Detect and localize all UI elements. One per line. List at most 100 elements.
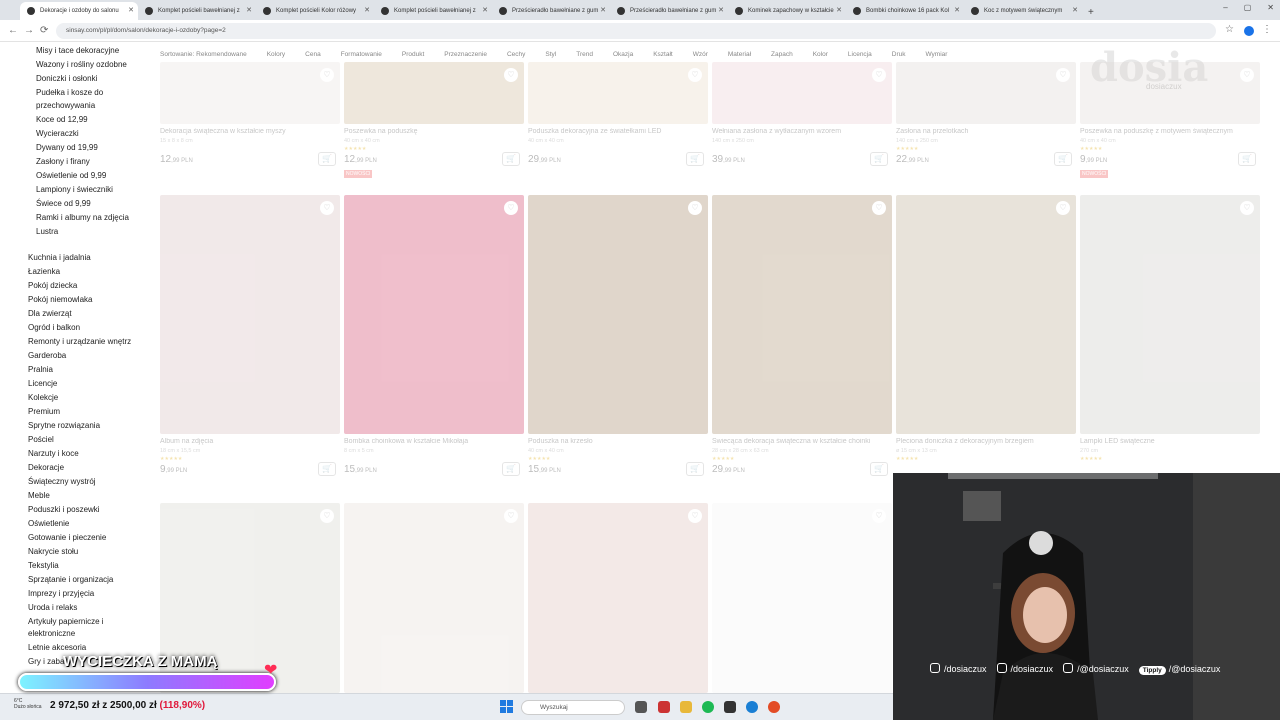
product-image[interactable]: ♡: [528, 195, 708, 434]
product-image[interactable]: ♡: [896, 195, 1076, 434]
spotify-icon[interactable]: [702, 701, 714, 713]
wishlist-heart-icon[interactable]: ♡: [1056, 201, 1070, 215]
sidebar-subitem[interactable]: Wazony i rośliny ozdobne: [36, 60, 127, 70]
add-to-cart-icon[interactable]: 🛒: [870, 152, 888, 166]
sidebar-category[interactable]: Gry i zaba: [28, 657, 64, 667]
wishlist-heart-icon[interactable]: ♡: [320, 509, 334, 523]
close-tab-icon[interactable]: ✕: [954, 6, 960, 14]
product-image[interactable]: ♡: [712, 195, 892, 434]
close-tab-icon[interactable]: ✕: [600, 6, 606, 14]
sidebar-category[interactable]: Sprytne rozwiązania: [28, 421, 100, 431]
wishlist-heart-icon[interactable]: ♡: [872, 201, 886, 215]
wishlist-heart-icon[interactable]: ♡: [320, 68, 334, 82]
browser-tab[interactable]: Prześcieradło bawełniane z gum ✕: [492, 2, 610, 20]
add-to-cart-icon[interactable]: 🛒: [870, 462, 888, 476]
reload-icon[interactable]: ⟳: [40, 25, 48, 36]
product-name[interactable]: Poduszka na krzesło: [528, 438, 698, 445]
add-to-cart-icon[interactable]: 🛒: [318, 152, 336, 166]
maximize-icon[interactable]: ▢: [1244, 3, 1252, 12]
url-input[interactable]: sinsay.com/pl/pl/dom/salon/dekoracje-i-o…: [56, 23, 1216, 39]
wishlist-heart-icon[interactable]: ♡: [504, 68, 518, 82]
add-to-cart-icon[interactable]: 🛒: [1054, 152, 1072, 166]
product-name[interactable]: Świecąca dekoracja świąteczna w kształci…: [712, 438, 882, 445]
product-name[interactable]: Poszewka na poduszkę: [344, 128, 514, 135]
filter-dropdown[interactable]: Przeznaczenie: [444, 51, 487, 58]
close-tab-icon[interactable]: ✕: [482, 6, 488, 14]
add-to-cart-icon[interactable]: 🛒: [502, 462, 520, 476]
close-tab-icon[interactable]: ✕: [1072, 6, 1078, 14]
minimize-icon[interactable]: –: [1223, 3, 1227, 12]
close-tab-icon[interactable]: ✕: [718, 6, 724, 14]
sidebar-category[interactable]: Imprezy i przyjęcia: [28, 589, 94, 599]
wishlist-heart-icon[interactable]: ♡: [504, 201, 518, 215]
sidebar-category[interactable]: Meble: [28, 491, 50, 501]
sidebar-subitem[interactable]: Oświetlenie od 9,99: [36, 171, 106, 181]
product-image[interactable]: ♡: [344, 62, 524, 124]
add-to-cart-icon[interactable]: 🛒: [1238, 152, 1256, 166]
add-to-cart-icon[interactable]: 🛒: [318, 462, 336, 476]
sidebar-subitem[interactable]: Świece od 9,99: [36, 199, 91, 209]
sidebar-category[interactable]: Premium: [28, 407, 60, 417]
sidebar-subitem[interactable]: Doniczki i osłonki: [36, 74, 97, 84]
browser-menu-icon[interactable]: ⋮: [1262, 24, 1272, 35]
filter-dropdown[interactable]: Licencja: [848, 51, 872, 58]
product-image[interactable]: ♡: [1080, 62, 1260, 124]
profile-avatar[interactable]: [1244, 26, 1254, 36]
wishlist-heart-icon[interactable]: ♡: [872, 68, 886, 82]
sidebar-category[interactable]: Dla zwierząt: [28, 309, 72, 319]
sidebar-category[interactable]: Sprzątanie i organizacja: [28, 575, 113, 585]
chrome-icon[interactable]: [768, 701, 780, 713]
sidebar-category[interactable]: Kolekcje: [28, 393, 58, 403]
product-name[interactable]: Wełniana zasłona z wytłaczanym wzorem: [712, 128, 882, 135]
browser-tab[interactable]: Komplet pościeli bawełnianej z ✕: [138, 2, 256, 20]
sidebar-category[interactable]: Oświetlenie: [28, 519, 69, 529]
product-name[interactable]: Album na zdjęcia: [160, 438, 330, 445]
wishlist-heart-icon[interactable]: ♡: [504, 509, 518, 523]
add-to-cart-icon[interactable]: 🛒: [686, 462, 704, 476]
browser-tab[interactable]: Komplet pościeli bawełnianej z ✕: [374, 2, 492, 20]
sidebar-category[interactable]: Nakrycie stołu: [28, 547, 78, 557]
product-name[interactable]: Zasłona na przelotkach: [896, 128, 1066, 135]
weather-widget[interactable]: 6°C Dużo słońca: [14, 698, 42, 710]
sidebar-subitem[interactable]: przechowywania: [36, 101, 95, 111]
close-tab-icon[interactable]: ✕: [364, 6, 370, 14]
filter-dropdown[interactable]: Kolory: [267, 51, 285, 58]
product-image[interactable]: ♡: [344, 503, 524, 693]
sidebar-category[interactable]: elektroniczne: [28, 629, 75, 639]
sidebar-category[interactable]: Kuchnia i jadalnia: [28, 253, 91, 263]
wishlist-heart-icon[interactable]: ♡: [688, 68, 702, 82]
browser-tab[interactable]: Kominek zapachowy w kształcie ✕: [728, 2, 846, 20]
product-name[interactable]: Bombka choinkowa w kształcie Mikołaja: [344, 438, 514, 445]
filter-dropdown[interactable]: Kształt: [653, 51, 673, 58]
filter-dropdown[interactable]: Wzór: [693, 51, 708, 58]
back-icon[interactable]: ←: [8, 25, 18, 36]
product-image[interactable]: ♡: [528, 62, 708, 124]
wishlist-heart-icon[interactable]: ♡: [688, 509, 702, 523]
start-icon[interactable]: [500, 700, 513, 713]
filter-dropdown[interactable]: Produkt: [402, 51, 424, 58]
product-name[interactable]: Dekoracja świąteczna w kształcie myszy: [160, 128, 330, 135]
filter-dropdown[interactable]: Wymiar: [925, 51, 947, 58]
sidebar-category[interactable]: Gotowanie i pieczenie: [28, 533, 106, 543]
sidebar-category[interactable]: Narzuty i koce: [28, 449, 79, 459]
close-tab-icon[interactable]: ✕: [836, 6, 842, 14]
sidebar-category[interactable]: Pralnia: [28, 365, 53, 375]
browser-tab[interactable]: Prześcieradło bawełniane z gum ✕: [610, 2, 728, 20]
sidebar-category[interactable]: Tekstylia: [28, 561, 59, 571]
wishlist-heart-icon[interactable]: ♡: [1240, 201, 1254, 215]
product-image[interactable]: ♡: [160, 62, 340, 124]
filter-dropdown[interactable]: Styl: [545, 51, 556, 58]
sidebar-category[interactable]: Pościel: [28, 435, 54, 445]
product-image[interactable]: ♡: [160, 195, 340, 434]
filter-dropdown[interactable]: Okazja: [613, 51, 633, 58]
new-tab-button[interactable]: +: [1082, 7, 1100, 20]
add-to-cart-icon[interactable]: 🛒: [502, 152, 520, 166]
wishlist-heart-icon[interactable]: ♡: [1240, 68, 1254, 82]
product-image[interactable]: ♡: [712, 503, 892, 693]
bookmark-star-icon[interactable]: ☆: [1225, 24, 1234, 35]
wishlist-heart-icon[interactable]: ♡: [688, 201, 702, 215]
add-to-cart-icon[interactable]: 🛒: [686, 152, 704, 166]
product-image[interactable]: ♡: [1080, 195, 1260, 434]
file-explorer-icon[interactable]: [680, 701, 692, 713]
product-name[interactable]: Poszewka na poduszkę z motywem świąteczn…: [1080, 128, 1250, 135]
